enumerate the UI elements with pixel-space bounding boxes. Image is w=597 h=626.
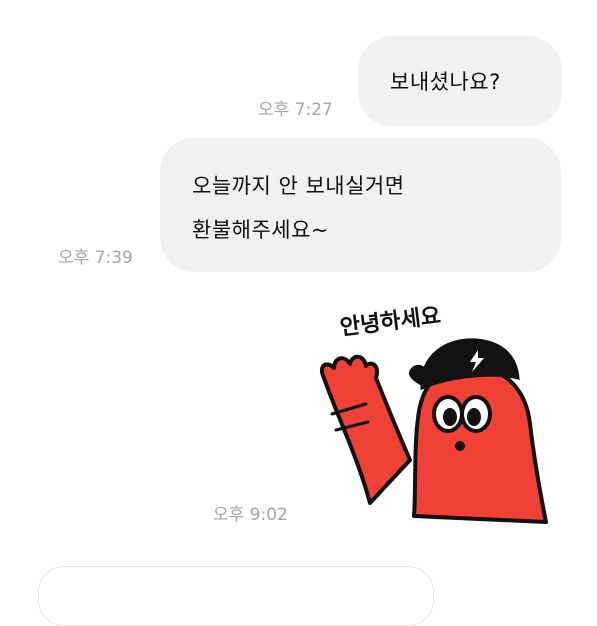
message-timestamp: 오후 7:27	[258, 100, 333, 120]
message-timestamp: 오후 9:02	[213, 505, 288, 525]
message-text: 오늘까지 안 보내실거면	[192, 174, 405, 198]
message-timestamp: 오후 7:39	[58, 248, 133, 268]
message-input-box[interactable]	[38, 566, 434, 626]
message-text: 환불해주세요~	[192, 218, 330, 242]
greeting-sticker[interactable]: 안녕하세요	[310, 288, 556, 528]
message-bubble[interactable]: 오늘까지 안 보내실거면 환불해주세요~	[160, 138, 561, 272]
message-text: 보내셨나요?	[390, 70, 501, 94]
message-bubble[interactable]: 보내셨나요?	[358, 36, 562, 126]
